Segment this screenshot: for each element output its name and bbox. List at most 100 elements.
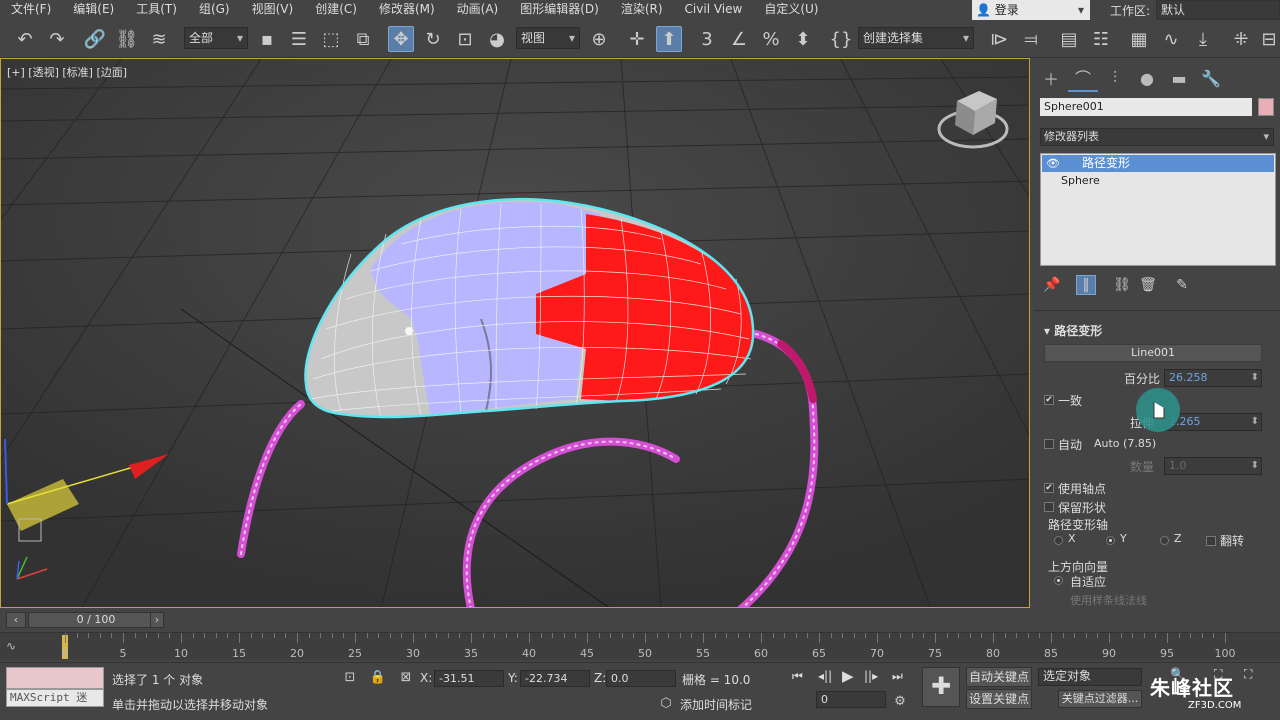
- flip-checkbox[interactable]: [1206, 536, 1216, 546]
- select-object-icon[interactable]: ▪: [254, 26, 280, 52]
- object-name-field[interactable]: Sphere001: [1040, 98, 1252, 116]
- menu-item[interactable]: 工具(T): [125, 0, 188, 20]
- show-end-result-icon[interactable]: ‖: [1076, 275, 1096, 295]
- time-tag-icon[interactable]: ⬡: [656, 693, 676, 713]
- menu-item[interactable]: 渲染(R): [610, 0, 674, 20]
- isolate-selection-icon[interactable]: ⊡: [340, 667, 360, 687]
- pin-stack-icon[interactable]: 📌: [1042, 275, 1062, 295]
- pivot-center-icon[interactable]: ⊕: [586, 26, 612, 52]
- stack-item-pathdeform[interactable]: 👁 路径变形: [1042, 155, 1274, 172]
- snaps-toggle-icon[interactable]: 3: [694, 26, 720, 52]
- adaptive-radio[interactable]: [1054, 576, 1063, 585]
- login-dropdown[interactable]: 👤 登录 ▾: [972, 0, 1090, 20]
- track-bar[interactable]: ∿ 0 5 10 15 20 25 30 35 40 45 50 55 60 65 70 75 80 85 90 95…: [0, 632, 1280, 660]
- window-crossing-icon[interactable]: ⧉: [350, 26, 376, 52]
- absolute-mode-icon[interactable]: ⊠: [396, 667, 416, 687]
- maxscript-mini-listener[interactable]: MAXScript 迷: [6, 689, 104, 707]
- make-unique-icon[interactable]: ⛓: [1112, 275, 1132, 295]
- link-icon[interactable]: 🔗: [82, 26, 108, 52]
- hierarchy-tab-icon[interactable]: ⫶: [1100, 64, 1130, 92]
- menu-item[interactable]: 创建(C): [304, 0, 368, 20]
- menu-item[interactable]: 修改器(M): [368, 0, 446, 20]
- modify-tab-icon[interactable]: ⌒: [1068, 64, 1098, 92]
- reference-coordinate-select[interactable]: 视图: [516, 27, 580, 49]
- pick-path-button[interactable]: Line001: [1044, 344, 1262, 362]
- stack-item-sphere[interactable]: Sphere: [1061, 174, 1100, 187]
- menu-item[interactable]: 视图(V): [241, 0, 305, 20]
- material-editor-icon[interactable]: ⁜: [1228, 26, 1254, 52]
- select-and-scale-icon[interactable]: ⊡: [452, 26, 478, 52]
- play-icon[interactable]: ▶: [842, 667, 854, 685]
- select-and-rotate-icon[interactable]: ↻: [420, 26, 446, 52]
- menu-item[interactable]: 编辑(E): [62, 0, 125, 20]
- axis-x-radio[interactable]: [1054, 536, 1063, 545]
- time-slider-next-icon[interactable]: ›: [150, 612, 164, 628]
- menu-item[interactable]: 图形编辑器(D): [509, 0, 610, 20]
- curve-editor-mini-icon[interactable]: ∿: [6, 639, 16, 653]
- count-spinner[interactable]: 1.0: [1164, 457, 1262, 475]
- bind-space-warp-icon[interactable]: ≋: [146, 26, 172, 52]
- selected-object-dropdown[interactable]: 选定对象: [1038, 668, 1142, 686]
- curve-editor-icon[interactable]: ∿: [1158, 26, 1184, 52]
- utilities-tab-icon[interactable]: 🔧: [1196, 64, 1226, 92]
- time-slider-prev-icon[interactable]: ‹: [6, 612, 26, 628]
- mirror-icon[interactable]: ⧐: [986, 26, 1012, 52]
- current-frame-field[interactable]: 0: [816, 691, 886, 708]
- menu-item[interactable]: 文件(F): [0, 0, 62, 20]
- selection-filter-select[interactable]: 全部: [184, 27, 248, 49]
- remove-modifier-icon[interactable]: 🗑: [1138, 275, 1158, 295]
- configure-modifier-sets-icon[interactable]: ✎: [1172, 275, 1192, 295]
- z-coord-field[interactable]: 0.0: [606, 670, 676, 687]
- prev-frame-icon[interactable]: ◂||: [818, 669, 832, 683]
- percent-snap-icon[interactable]: %: [758, 26, 784, 52]
- uniform-checkbox[interactable]: ✔: [1044, 395, 1054, 405]
- x-coord-field[interactable]: -31.51: [434, 670, 504, 687]
- next-frame-icon[interactable]: ||▸: [864, 669, 878, 683]
- key-filters-button[interactable]: 关键点过滤器...: [1058, 690, 1142, 708]
- rollout-title[interactable]: ▾ 路径变形: [1044, 322, 1102, 339]
- axis-z-radio[interactable]: [1160, 536, 1169, 545]
- object-color-swatch[interactable]: [1258, 98, 1274, 116]
- lock-selection-icon[interactable]: 🔒: [368, 667, 388, 687]
- viewport-label[interactable]: [+] [透视] [标准] [边面]: [7, 64, 127, 80]
- toolbar-more-icon[interactable]: ⊟: [1260, 26, 1278, 52]
- set-key-big-icon[interactable]: ✚: [922, 667, 960, 707]
- auto-key-button[interactable]: 自动关键点: [966, 667, 1032, 687]
- select-and-move-icon[interactable]: ✥: [388, 26, 414, 52]
- keyboard-shortcut-override-icon[interactable]: ⬆: [656, 26, 682, 52]
- redo-icon[interactable]: ↷: [44, 26, 70, 52]
- scene-explorer-icon[interactable]: ▤: [1056, 26, 1082, 52]
- select-by-name-icon[interactable]: ☰: [286, 26, 312, 52]
- percent-spinner[interactable]: 26.258: [1164, 369, 1262, 387]
- zoom-all-icon[interactable]: ⛶: [1244, 667, 1252, 682]
- time-slider[interactable]: 0 / 100: [28, 612, 164, 628]
- menu-item[interactable]: Civil View: [674, 0, 754, 20]
- perspective-viewport[interactable]: [+] [透视] [标准] [边面]: [0, 58, 1030, 608]
- layer-explorer-icon[interactable]: ☷: [1088, 26, 1114, 52]
- axis-y-radio[interactable]: [1106, 536, 1115, 545]
- rectangular-region-icon[interactable]: ⬚: [318, 26, 344, 52]
- workspace-select[interactable]: 默认: [1156, 0, 1280, 20]
- go-to-end-icon[interactable]: ⏭: [892, 669, 903, 684]
- use-pivot-checkbox[interactable]: ✔: [1044, 483, 1054, 493]
- angle-snap-icon[interactable]: ∠: [726, 26, 752, 52]
- named-selection-set-select[interactable]: 创建选择集: [858, 27, 974, 49]
- go-to-start-icon[interactable]: ⏮: [792, 669, 803, 684]
- eye-icon[interactable]: 👁: [1046, 155, 1060, 172]
- auto-checkbox[interactable]: [1044, 439, 1054, 449]
- menu-item[interactable]: 动画(A): [446, 0, 510, 20]
- modifier-list-dropdown[interactable]: 修改器列表: [1040, 128, 1274, 146]
- add-time-tag-button[interactable]: 添加时间标记: [680, 696, 752, 713]
- menu-item[interactable]: 组(G): [188, 0, 241, 20]
- edit-named-selection-icon[interactable]: {}: [828, 26, 854, 52]
- select-and-place-icon[interactable]: ◕: [484, 26, 510, 52]
- unlink-icon[interactable]: ⛓: [114, 26, 140, 52]
- menu-item[interactable]: 自定义(U): [753, 0, 829, 20]
- ribbon-toggle-icon[interactable]: ▦: [1126, 26, 1152, 52]
- select-manipulate-icon[interactable]: ✛: [624, 26, 650, 52]
- y-coord-field[interactable]: -22.734: [520, 670, 590, 687]
- time-configuration-icon[interactable]: ⚙: [890, 691, 910, 711]
- maxscript-listener[interactable]: [6, 667, 104, 689]
- motion-tab-icon[interactable]: ●: [1132, 64, 1162, 92]
- schematic-view-icon[interactable]: ⤓: [1190, 26, 1216, 52]
